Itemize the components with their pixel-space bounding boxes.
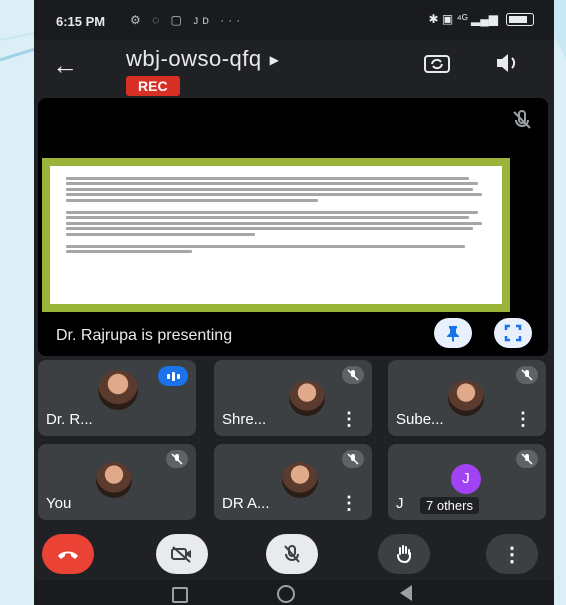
participant-avatar <box>96 462 132 498</box>
participant-name: Dr. R... <box>46 411 93 428</box>
signal-icons: ✱ ▣ ⁴ᴳ ▂▄▆ <box>428 12 498 26</box>
android-nav-bar <box>34 580 554 605</box>
participant-name: Shre... <box>222 411 267 428</box>
more-options-button[interactable]: ⋮ <box>486 534 538 574</box>
meeting-header: ← wbj-owso-qfq ▶ REC <box>34 40 554 98</box>
more-vertical-icon: ⋮ <box>502 543 522 566</box>
participant-tile[interactable]: You <box>38 444 196 520</box>
back-arrow-icon[interactable]: ← <box>50 50 80 80</box>
camera-off-icon <box>171 546 191 563</box>
status-time: 6:15 PM <box>56 14 106 29</box>
participant-tile[interactable]: Shre... ⋮ <box>214 360 372 436</box>
participant-avatar <box>448 380 484 416</box>
participant-tile[interactable]: Dr. R... <box>38 360 196 436</box>
participant-name: J <box>396 495 404 512</box>
pin-button[interactable] <box>434 318 472 348</box>
participant-name: DR A... <box>222 495 270 512</box>
phone-hangup-icon <box>58 551 78 559</box>
others-count-badge: 7 others <box>420 497 479 514</box>
presenter-label: Dr. Rajrupa is presenting <box>56 327 233 344</box>
call-controls: ⋮ <box>34 520 554 580</box>
mic-off-icon <box>284 545 300 563</box>
back-triangle-icon[interactable] <box>400 585 412 601</box>
camera-toggle-button[interactable] <box>156 534 208 574</box>
pin-icon <box>447 326 459 342</box>
camera-switch-icon[interactable] <box>422 48 452 78</box>
speaking-indicator-icon <box>158 366 188 386</box>
notification-icons: ⚙ ◌ ▢ ᴊᴅ ··· <box>130 13 245 27</box>
caret-right-icon: ▶ <box>269 53 280 68</box>
mic-off-icon <box>342 450 364 468</box>
participant-video <box>98 370 138 410</box>
participant-avatar <box>282 462 318 498</box>
meeting-code-button[interactable]: wbj-owso-qfq ▶ <box>126 46 279 72</box>
mic-off-icon <box>513 110 531 129</box>
mic-off-icon <box>342 366 364 384</box>
shared-slide <box>42 158 510 312</box>
mic-off-icon <box>516 450 538 468</box>
home-icon[interactable] <box>277 585 295 603</box>
status-bar: 6:15 PM ⚙ ◌ ▢ ᴊᴅ ··· ✱ ▣ ⁴ᴳ ▂▄▆ <box>34 0 554 40</box>
participant-avatar: J <box>451 464 481 494</box>
fullscreen-icon <box>504 324 522 342</box>
system-icons: ✱ ▣ ⁴ᴳ ▂▄▆ <box>429 12 534 26</box>
mic-off-icon <box>166 450 188 468</box>
more-vertical-icon[interactable]: ⋮ <box>340 494 358 512</box>
end-call-button[interactable] <box>42 534 94 574</box>
raise-hand-button[interactable] <box>378 534 430 574</box>
volume-icon[interactable] <box>492 48 522 78</box>
more-vertical-icon[interactable]: ⋮ <box>514 410 532 428</box>
mic-off-icon <box>516 366 538 384</box>
more-vertical-icon[interactable]: ⋮ <box>340 410 358 428</box>
hand-icon <box>397 545 411 564</box>
phone-screen: 6:15 PM ⚙ ◌ ▢ ᴊᴅ ··· ✱ ▣ ⁴ᴳ ▂▄▆ ← wbj-ow… <box>34 0 554 605</box>
fullscreen-button[interactable] <box>494 318 532 348</box>
participant-tile[interactable]: Sube... ⋮ <box>388 360 546 436</box>
slide-text-block <box>66 174 486 256</box>
participant-tile[interactable]: DR A... ⋮ <box>214 444 372 520</box>
participant-name: You <box>46 495 72 512</box>
recording-badge: REC <box>126 76 180 96</box>
presentation-view[interactable]: Dr. Rajrupa is presenting <box>38 98 548 356</box>
mic-toggle-button[interactable] <box>266 534 318 574</box>
battery-icon <box>506 12 534 26</box>
meeting-code: wbj-owso-qfq <box>126 46 262 71</box>
participant-name: Sube... <box>396 411 444 428</box>
participant-avatar <box>289 380 325 416</box>
others-tile[interactable]: J J 7 others <box>388 444 546 520</box>
recents-icon[interactable] <box>172 587 188 603</box>
